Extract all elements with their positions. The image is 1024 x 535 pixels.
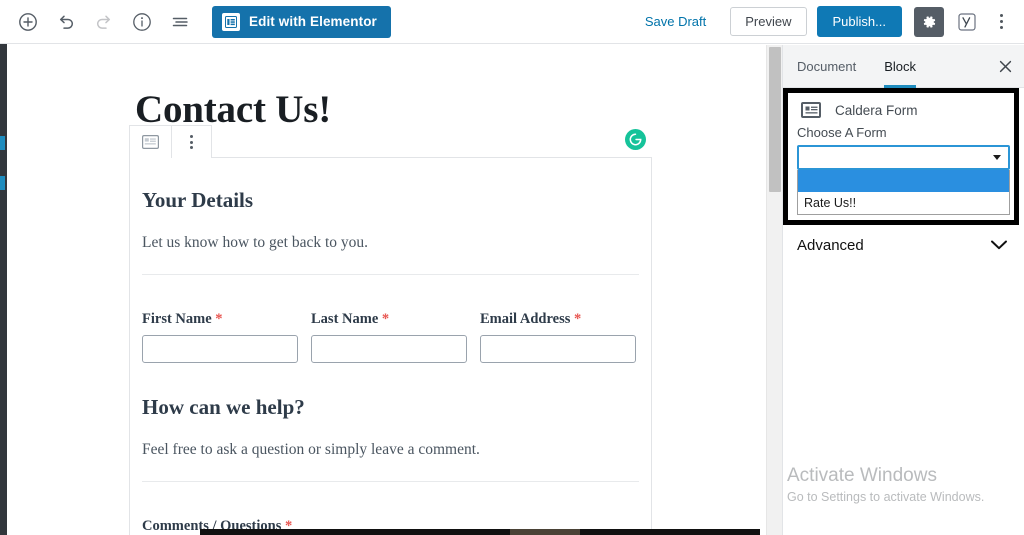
undo-button[interactable]	[48, 4, 84, 40]
yoast-seo-button[interactable]	[952, 7, 982, 37]
form-section-description-help: Feel free to ask a question or simply le…	[142, 441, 480, 458]
choose-a-form-select-wrapper: Rate Us!!	[797, 145, 1010, 215]
block-type-button[interactable]	[130, 126, 171, 158]
chevron-down-icon	[991, 240, 1007, 250]
first-name-label: First Name *	[142, 311, 298, 328]
wordpress-block-editor-screen: Edit with Elementor Save Draft Preview P…	[0, 0, 1024, 535]
block-name-label: Caldera Form	[835, 102, 918, 118]
choose-a-form-select[interactable]	[797, 145, 1010, 170]
email-address-field-group: Email Address *	[480, 311, 636, 363]
edit-with-elementor-button[interactable]: Edit with Elementor	[212, 5, 391, 38]
last-name-label-text: Last Name	[311, 311, 379, 327]
list-view-button[interactable]	[162, 4, 198, 40]
dropdown-option-empty[interactable]	[798, 170, 1009, 192]
info-button[interactable]	[124, 4, 160, 40]
first-name-input[interactable]	[142, 335, 298, 363]
caldera-form-block-icon	[141, 135, 159, 149]
editor-scrollbar[interactable]	[766, 45, 782, 535]
block-toolbar	[129, 125, 212, 158]
required-asterisk: *	[381, 311, 390, 327]
first-name-label-text: First Name	[142, 311, 212, 327]
elementor-icon	[222, 12, 240, 31]
admin-menu-highlight-2	[0, 176, 5, 190]
last-name-field-group: Last Name *	[311, 311, 467, 363]
email-address-label: Email Address *	[480, 311, 636, 328]
editor-canvas: Contact Us! Your Details Let us know how…	[7, 45, 765, 535]
last-name-input[interactable]	[311, 335, 467, 363]
admin-menu-highlight-1	[0, 136, 5, 150]
required-asterisk: *	[215, 311, 223, 327]
top-bar-left-tools: Edit with Elementor	[0, 4, 391, 40]
tab-block[interactable]: Block	[870, 45, 930, 88]
section-divider	[142, 274, 639, 275]
redo-button[interactable]	[86, 4, 122, 40]
tab-document[interactable]: Document	[783, 45, 870, 87]
more-options-button[interactable]	[986, 5, 1016, 39]
gear-icon	[923, 15, 936, 28]
advanced-label: Advanced	[797, 236, 864, 254]
top-bar-right-tools: Save Draft Preview Publish...	[633, 5, 1024, 39]
close-sidebar-button[interactable]	[986, 45, 1024, 87]
email-address-input[interactable]	[480, 335, 636, 363]
dropdown-option-rate-us[interactable]: Rate Us!!	[798, 192, 1009, 214]
required-asterisk: *	[574, 311, 582, 327]
form-section-heading-details: Your Details	[142, 188, 254, 212]
choose-a-form-label: Choose A Form	[797, 125, 887, 140]
edit-with-elementor-label: Edit with Elementor	[249, 14, 377, 29]
grammarly-icon[interactable]	[625, 129, 646, 150]
add-block-button[interactable]	[10, 4, 46, 40]
preview-button[interactable]: Preview	[730, 7, 807, 36]
choose-a-form-dropdown-list[interactable]: Rate Us!!	[797, 170, 1010, 215]
form-section-heading-help: How can we help?	[142, 395, 305, 419]
admin-menu-edge	[0, 44, 7, 535]
sidebar-tabs: Document Block	[783, 45, 1024, 88]
block-settings-panel: Caldera Form Choose A Form Rate Us!! Adv…	[783, 88, 1024, 535]
caldera-form-block-icon	[801, 102, 821, 118]
bottom-edge-nub	[510, 529, 580, 535]
settings-sidebar: Document Block Caldera Form Choose A For…	[782, 45, 1024, 535]
caret-down-icon	[993, 155, 1001, 160]
form-section-description-details: Let us know how to get back to you.	[142, 234, 369, 251]
last-name-label: Last Name *	[311, 311, 467, 328]
publish-button[interactable]: Publish...	[816, 6, 902, 37]
block-more-options-button[interactable]	[170, 126, 212, 158]
block-header: Caldera Form	[783, 88, 1024, 118]
yoast-icon	[958, 12, 976, 31]
bottom-edge-strip	[200, 529, 760, 535]
caldera-form-preview: Your Details Let us know how to get back…	[130, 158, 651, 535]
more-vertical-icon	[999, 14, 1003, 29]
name-email-field-row: First Name * Last Name * Email Address *	[142, 311, 639, 363]
close-icon	[999, 60, 1011, 72]
editor-top-bar: Edit with Elementor Save Draft Preview P…	[0, 0, 1024, 44]
editor-scrollbar-thumb[interactable]	[769, 47, 781, 192]
advanced-accordion[interactable]: Advanced	[783, 233, 1024, 257]
section-divider	[142, 481, 639, 482]
caldera-form-block[interactable]: Your Details Let us know how to get back…	[129, 157, 652, 535]
save-draft-button[interactable]: Save Draft	[633, 8, 718, 35]
settings-gear-button[interactable]	[914, 6, 944, 37]
email-address-label-text: Email Address	[480, 311, 571, 327]
first-name-field-group: First Name *	[142, 311, 298, 363]
more-vertical-icon	[189, 135, 193, 149]
